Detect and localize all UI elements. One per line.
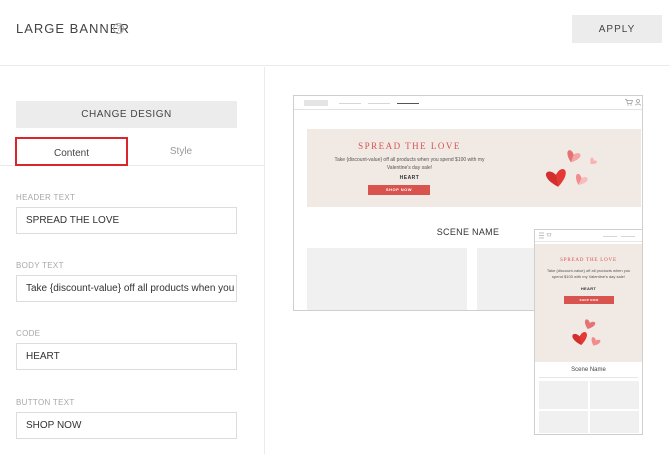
header-text-label: HEADER TEXT bbox=[16, 193, 76, 202]
product-tile-placeholder bbox=[590, 411, 639, 433]
tab-style[interactable]: Style bbox=[128, 137, 234, 166]
product-tile-placeholder bbox=[477, 248, 537, 310]
product-tile-placeholder bbox=[539, 411, 588, 433]
editor-panel: CHANGE DESIGN Content Style HEADER TEXT … bbox=[0, 67, 265, 454]
preview-area: SPREAD THE LOVE Take {discount-value} of… bbox=[266, 67, 670, 454]
code-label: CODE bbox=[16, 329, 41, 338]
nav-link-placeholder bbox=[621, 236, 635, 237]
code-input[interactable]: HEART bbox=[16, 343, 237, 370]
mobile-preview: SPREAD THE LOVE Take {discount-value} of… bbox=[534, 229, 643, 435]
nav-link-placeholder bbox=[603, 236, 617, 237]
mobile-preview-nav bbox=[535, 230, 642, 242]
mobile-scene-name: Scene Name bbox=[571, 367, 606, 373]
nav-link-placeholder bbox=[368, 103, 390, 104]
header-text-input[interactable]: SPREAD THE LOVE bbox=[16, 207, 237, 234]
change-design-button[interactable]: CHANGE DESIGN bbox=[16, 101, 237, 128]
editor-tabs: Content Style bbox=[0, 137, 265, 166]
help-icon[interactable]: ? bbox=[113, 23, 124, 34]
apply-button[interactable]: APPLY bbox=[572, 15, 662, 43]
mobile-banner: SPREAD THE LOVE Take {discount-value} of… bbox=[535, 244, 642, 362]
body-text-input[interactable]: Take {discount-value} off all products w… bbox=[16, 275, 237, 302]
divider bbox=[539, 377, 638, 378]
banner-body: Take {discount-value} off all products w… bbox=[546, 268, 631, 279]
product-tile-placeholder bbox=[539, 381, 588, 409]
hamburger-menu-icon bbox=[539, 232, 555, 241]
banner-code: HEART bbox=[399, 175, 420, 181]
desktop-preview-nav bbox=[294, 96, 642, 110]
product-tile-placeholder bbox=[307, 248, 467, 310]
tab-content[interactable]: Content bbox=[15, 137, 128, 166]
nav-link-active-placeholder bbox=[397, 103, 419, 104]
banner-shop-button: SHOP NOW bbox=[564, 296, 614, 304]
nav-link-placeholder bbox=[339, 103, 361, 104]
logo-placeholder bbox=[304, 100, 328, 106]
page-header: LARGE BANNER ? APPLY bbox=[0, 0, 670, 66]
paper-hearts-image bbox=[546, 150, 597, 187]
banner-code: HEART bbox=[580, 286, 597, 291]
user-icon bbox=[635, 99, 641, 108]
banner-shop-button: SHOP NOW bbox=[368, 185, 430, 195]
desktop-banner: SPREAD THE LOVE Take {discount-value} of… bbox=[307, 129, 641, 207]
paper-hearts-image bbox=[572, 319, 601, 346]
button-text-input[interactable]: SHOP NOW bbox=[16, 412, 237, 439]
banner-title: SPREAD THE LOVE bbox=[358, 141, 461, 151]
button-text-label: BUTTON TEXT bbox=[16, 398, 75, 407]
banner-body: Take {discount-value} off all products w… bbox=[334, 157, 485, 171]
banner-title: SPREAD THE LOVE bbox=[560, 258, 617, 263]
body-text-label: BODY TEXT bbox=[16, 261, 64, 270]
product-tile-placeholder bbox=[590, 381, 639, 409]
cart-icon bbox=[625, 99, 633, 108]
